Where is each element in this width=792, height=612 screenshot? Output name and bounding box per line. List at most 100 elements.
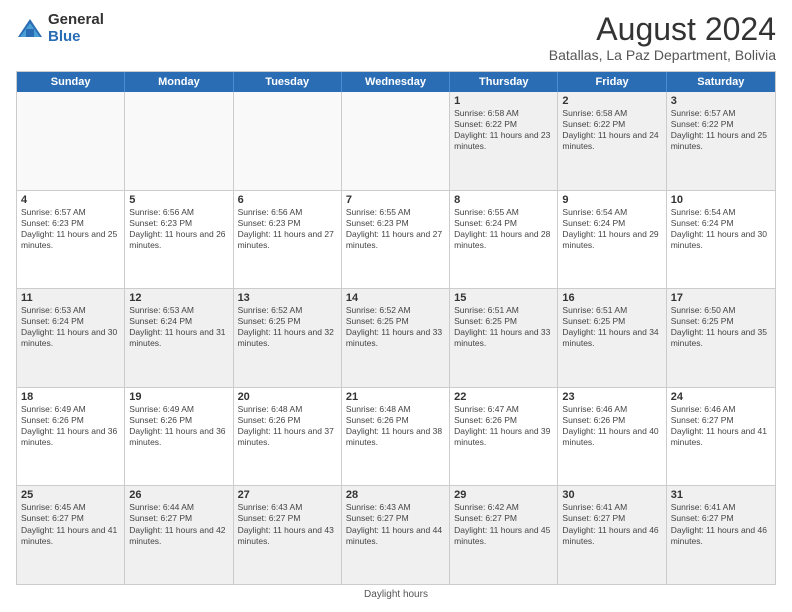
- day-cell-14: 14Sunrise: 6:52 AM Sunset: 6:25 PM Dayli…: [342, 289, 450, 387]
- day-number: 7: [346, 194, 445, 206]
- day-cell-28: 28Sunrise: 6:43 AM Sunset: 6:27 PM Dayli…: [342, 486, 450, 584]
- day-number: 13: [238, 292, 337, 304]
- day-cell-20: 20Sunrise: 6:48 AM Sunset: 6:26 PM Dayli…: [234, 388, 342, 486]
- day-content: Sunrise: 6:56 AM Sunset: 6:23 PM Dayligh…: [238, 207, 337, 251]
- day-content: Sunrise: 6:48 AM Sunset: 6:26 PM Dayligh…: [238, 404, 337, 448]
- day-number: 5: [129, 194, 228, 206]
- day-number: 12: [129, 292, 228, 304]
- day-number: 20: [238, 391, 337, 403]
- day-number: 9: [562, 194, 661, 206]
- day-content: Sunrise: 6:41 AM Sunset: 6:27 PM Dayligh…: [671, 502, 771, 546]
- empty-cell: [342, 92, 450, 190]
- day-cell-10: 10Sunrise: 6:54 AM Sunset: 6:24 PM Dayli…: [667, 191, 775, 289]
- day-cell-26: 26Sunrise: 6:44 AM Sunset: 6:27 PM Dayli…: [125, 486, 233, 584]
- week-row-4: 18Sunrise: 6:49 AM Sunset: 6:26 PM Dayli…: [17, 388, 775, 487]
- day-number: 14: [346, 292, 445, 304]
- day-content: Sunrise: 6:57 AM Sunset: 6:22 PM Dayligh…: [671, 108, 771, 152]
- day-cell-5: 5Sunrise: 6:56 AM Sunset: 6:23 PM Daylig…: [125, 191, 233, 289]
- day-number: 10: [671, 194, 771, 206]
- day-content: Sunrise: 6:53 AM Sunset: 6:24 PM Dayligh…: [129, 305, 228, 349]
- calendar-header: SundayMondayTuesdayWednesdayThursdayFrid…: [17, 72, 775, 92]
- day-number: 17: [671, 292, 771, 304]
- header-day-wednesday: Wednesday: [342, 72, 450, 92]
- day-number: 2: [562, 95, 661, 107]
- day-content: Sunrise: 6:47 AM Sunset: 6:26 PM Dayligh…: [454, 404, 553, 448]
- empty-cell: [234, 92, 342, 190]
- empty-cell: [17, 92, 125, 190]
- day-number: 22: [454, 391, 553, 403]
- day-cell-6: 6Sunrise: 6:56 AM Sunset: 6:23 PM Daylig…: [234, 191, 342, 289]
- day-cell-4: 4Sunrise: 6:57 AM Sunset: 6:23 PM Daylig…: [17, 191, 125, 289]
- day-cell-25: 25Sunrise: 6:45 AM Sunset: 6:27 PM Dayli…: [17, 486, 125, 584]
- day-cell-2: 2Sunrise: 6:58 AM Sunset: 6:22 PM Daylig…: [558, 92, 666, 190]
- day-number: 16: [562, 292, 661, 304]
- footer-note: Daylight hours: [16, 589, 776, 600]
- day-content: Sunrise: 6:45 AM Sunset: 6:27 PM Dayligh…: [21, 502, 120, 546]
- day-content: Sunrise: 6:42 AM Sunset: 6:27 PM Dayligh…: [454, 502, 553, 546]
- logo-icon: [16, 15, 44, 43]
- day-number: 8: [454, 194, 553, 206]
- day-number: 30: [562, 489, 661, 501]
- day-number: 23: [562, 391, 661, 403]
- day-content: Sunrise: 6:52 AM Sunset: 6:25 PM Dayligh…: [346, 305, 445, 349]
- empty-cell: [125, 92, 233, 190]
- day-number: 6: [238, 194, 337, 206]
- day-cell-12: 12Sunrise: 6:53 AM Sunset: 6:24 PM Dayli…: [125, 289, 233, 387]
- calendar: SundayMondayTuesdayWednesdayThursdayFrid…: [16, 71, 776, 585]
- calendar-body: 1Sunrise: 6:58 AM Sunset: 6:22 PM Daylig…: [17, 92, 775, 584]
- day-number: 25: [21, 489, 120, 501]
- day-content: Sunrise: 6:54 AM Sunset: 6:24 PM Dayligh…: [671, 207, 771, 251]
- day-number: 29: [454, 489, 553, 501]
- day-number: 31: [671, 489, 771, 501]
- day-cell-15: 15Sunrise: 6:51 AM Sunset: 6:25 PM Dayli…: [450, 289, 558, 387]
- day-content: Sunrise: 6:41 AM Sunset: 6:27 PM Dayligh…: [562, 502, 661, 546]
- day-content: Sunrise: 6:46 AM Sunset: 6:27 PM Dayligh…: [671, 404, 771, 448]
- day-cell-3: 3Sunrise: 6:57 AM Sunset: 6:22 PM Daylig…: [667, 92, 775, 190]
- day-cell-29: 29Sunrise: 6:42 AM Sunset: 6:27 PM Dayli…: [450, 486, 558, 584]
- day-cell-11: 11Sunrise: 6:53 AM Sunset: 6:24 PM Dayli…: [17, 289, 125, 387]
- day-content: Sunrise: 6:58 AM Sunset: 6:22 PM Dayligh…: [562, 108, 661, 152]
- header-day-friday: Friday: [558, 72, 666, 92]
- day-cell-21: 21Sunrise: 6:48 AM Sunset: 6:26 PM Dayli…: [342, 388, 450, 486]
- day-cell-7: 7Sunrise: 6:55 AM Sunset: 6:23 PM Daylig…: [342, 191, 450, 289]
- day-cell-1: 1Sunrise: 6:58 AM Sunset: 6:22 PM Daylig…: [450, 92, 558, 190]
- day-number: 18: [21, 391, 120, 403]
- day-number: 21: [346, 391, 445, 403]
- day-content: Sunrise: 6:43 AM Sunset: 6:27 PM Dayligh…: [238, 502, 337, 546]
- day-cell-30: 30Sunrise: 6:41 AM Sunset: 6:27 PM Dayli…: [558, 486, 666, 584]
- week-row-2: 4Sunrise: 6:57 AM Sunset: 6:23 PM Daylig…: [17, 191, 775, 290]
- day-content: Sunrise: 6:56 AM Sunset: 6:23 PM Dayligh…: [129, 207, 228, 251]
- header-day-saturday: Saturday: [667, 72, 775, 92]
- day-number: 11: [21, 292, 120, 304]
- day-content: Sunrise: 6:55 AM Sunset: 6:24 PM Dayligh…: [454, 207, 553, 251]
- day-cell-19: 19Sunrise: 6:49 AM Sunset: 6:26 PM Dayli…: [125, 388, 233, 486]
- day-number: 19: [129, 391, 228, 403]
- day-cell-8: 8Sunrise: 6:55 AM Sunset: 6:24 PM Daylig…: [450, 191, 558, 289]
- day-number: 24: [671, 391, 771, 403]
- title-block: August 2024 Batallas, La Paz Department,…: [549, 12, 776, 63]
- day-cell-16: 16Sunrise: 6:51 AM Sunset: 6:25 PM Dayli…: [558, 289, 666, 387]
- day-content: Sunrise: 6:46 AM Sunset: 6:26 PM Dayligh…: [562, 404, 661, 448]
- day-content: Sunrise: 6:48 AM Sunset: 6:26 PM Dayligh…: [346, 404, 445, 448]
- logo: General Blue: [16, 12, 104, 45]
- day-content: Sunrise: 6:50 AM Sunset: 6:25 PM Dayligh…: [671, 305, 771, 349]
- main-title: August 2024: [549, 12, 776, 47]
- day-number: 15: [454, 292, 553, 304]
- day-cell-22: 22Sunrise: 6:47 AM Sunset: 6:26 PM Dayli…: [450, 388, 558, 486]
- day-content: Sunrise: 6:58 AM Sunset: 6:22 PM Dayligh…: [454, 108, 553, 152]
- header: General Blue August 2024 Batallas, La Pa…: [16, 12, 776, 63]
- day-content: Sunrise: 6:52 AM Sunset: 6:25 PM Dayligh…: [238, 305, 337, 349]
- day-content: Sunrise: 6:57 AM Sunset: 6:23 PM Dayligh…: [21, 207, 120, 251]
- logo-text: General Blue: [48, 12, 104, 45]
- day-content: Sunrise: 6:51 AM Sunset: 6:25 PM Dayligh…: [562, 305, 661, 349]
- day-number: 28: [346, 489, 445, 501]
- day-content: Sunrise: 6:55 AM Sunset: 6:23 PM Dayligh…: [346, 207, 445, 251]
- day-content: Sunrise: 6:53 AM Sunset: 6:24 PM Dayligh…: [21, 305, 120, 349]
- header-day-tuesday: Tuesday: [234, 72, 342, 92]
- day-cell-18: 18Sunrise: 6:49 AM Sunset: 6:26 PM Dayli…: [17, 388, 125, 486]
- day-cell-13: 13Sunrise: 6:52 AM Sunset: 6:25 PM Dayli…: [234, 289, 342, 387]
- day-cell-31: 31Sunrise: 6:41 AM Sunset: 6:27 PM Dayli…: [667, 486, 775, 584]
- page: General Blue August 2024 Batallas, La Pa…: [0, 0, 792, 612]
- week-row-1: 1Sunrise: 6:58 AM Sunset: 6:22 PM Daylig…: [17, 92, 775, 191]
- day-cell-23: 23Sunrise: 6:46 AM Sunset: 6:26 PM Dayli…: [558, 388, 666, 486]
